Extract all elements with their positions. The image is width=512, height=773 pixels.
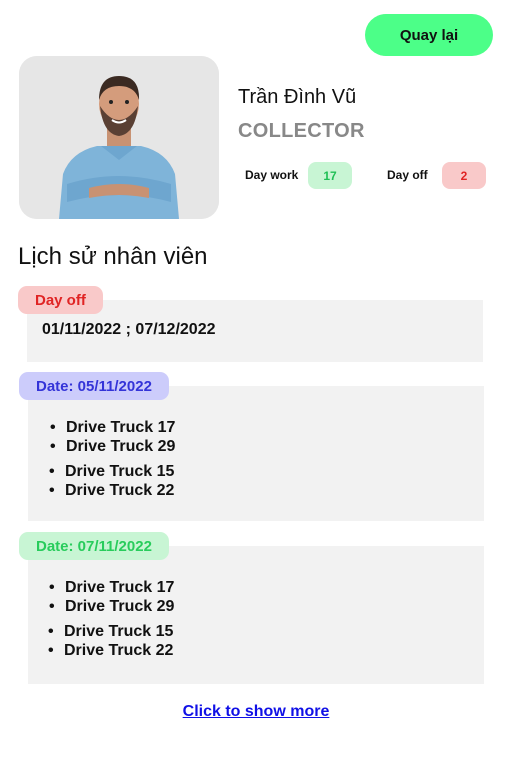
list-item: Drive Truck 29 — [49, 597, 174, 616]
list-item: Drive Truck 15 — [49, 462, 174, 481]
list-item: Drive Truck 17 — [50, 418, 175, 437]
list-item: Drive Truck 15 — [48, 622, 173, 641]
list-item: Drive Truck 22 — [48, 641, 173, 660]
history-title: Lịch sử nhân viên — [18, 243, 208, 270]
avatar-photo — [19, 56, 219, 219]
drive-list: Drive Truck 17 Drive Truck 29 — [50, 418, 175, 456]
history-date-tag: Date: 05/11/2022 — [19, 372, 169, 400]
employee-name: Trần Đình Vũ — [238, 86, 357, 108]
day-off-badge: 2 — [442, 162, 486, 189]
list-item: Drive Truck 29 — [50, 437, 175, 456]
day-off-tag: Day off — [18, 286, 103, 314]
drive-list: Drive Truck 17 Drive Truck 29 — [49, 578, 174, 616]
day-off-label: Day off — [387, 168, 428, 182]
avatar — [19, 56, 219, 219]
employee-role: COLLECTOR — [238, 120, 365, 142]
show-more-link[interactable]: Click to show more — [0, 703, 512, 721]
list-item: Drive Truck 17 — [49, 578, 174, 597]
day-off-range: 01/11/2022 ; 07/12/2022 — [42, 321, 216, 338]
drive-list: Drive Truck 15 Drive Truck 22 — [48, 622, 173, 660]
day-work-badge: 17 — [308, 162, 352, 189]
back-button[interactable]: Quay lại — [365, 14, 493, 56]
list-item: Drive Truck 22 — [49, 481, 174, 500]
history-date-tag: Date: 07/11/2022 — [19, 532, 169, 560]
day-work-label: Day work — [245, 168, 299, 182]
drive-list: Drive Truck 15 Drive Truck 22 — [49, 462, 174, 500]
